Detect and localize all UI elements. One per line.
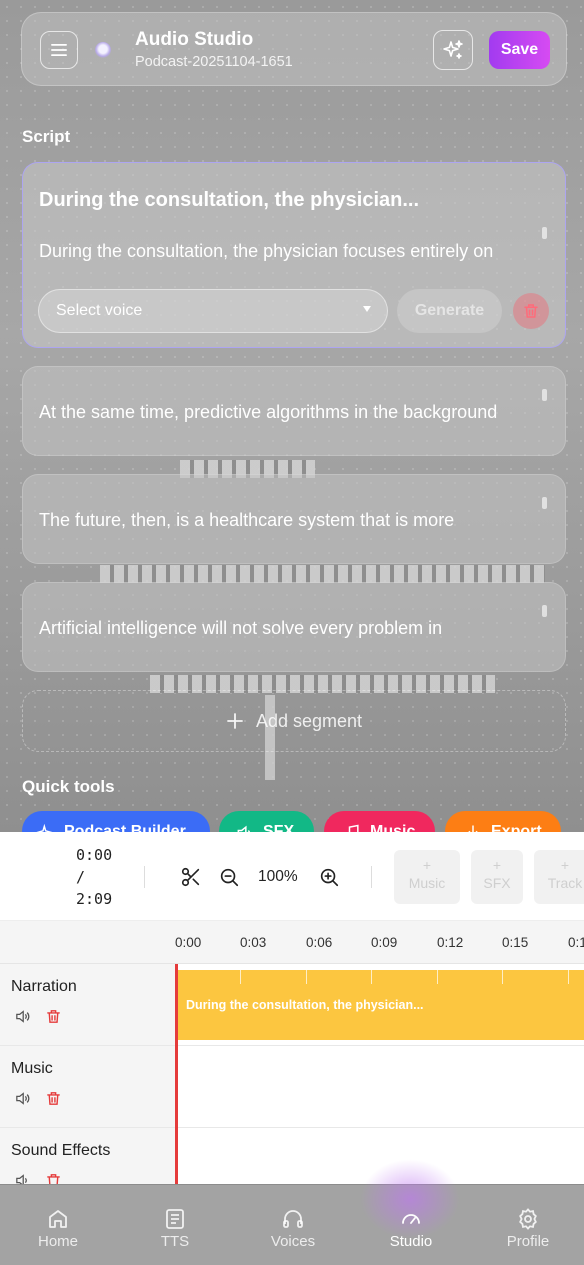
app-title: Audio Studio (135, 29, 254, 50)
segment-scrollbar[interactable] (542, 389, 547, 401)
generate-button[interactable]: Generate (397, 289, 502, 333)
plus-icon: + (422, 857, 432, 873)
segment-text[interactable]: The future, then, is a healthcare system… (39, 510, 454, 531)
add-track-button[interactable]: + Track (534, 850, 584, 904)
script-section-label: Script (22, 127, 71, 146)
segment-scrollbar[interactable] (542, 497, 547, 509)
script-segment-1[interactable]: During the consultation, the physician..… (22, 162, 566, 348)
timeline-ruler[interactable]: 0:00 0:03 0:06 0:09 0:12 0:15 0:18 (0, 920, 584, 964)
playback-time: 0:00 / 2:09 (76, 844, 112, 910)
nav-label: Home (37, 1233, 78, 1250)
ruler-tick: 0:15 (502, 935, 529, 950)
toolbar-divider (144, 866, 145, 888)
hamburger-icon (51, 44, 67, 56)
plus-icon: + (492, 857, 502, 873)
track-name: Narration (11, 978, 77, 995)
volume-icon[interactable] (14, 1172, 31, 1184)
clip-label: During the consultation, the physician..… (186, 998, 424, 1012)
gear-icon (519, 1208, 537, 1230)
zoom-out-button[interactable] (218, 866, 240, 888)
voice-select-value: Select voice (56, 302, 143, 319)
toolbar-divider (371, 866, 372, 888)
segment-title: During the consultation, the physician..… (39, 189, 420, 211)
nav-item-profile[interactable]: Profile (488, 1207, 568, 1250)
track-sound-effects: Sound Effects (0, 1128, 584, 1184)
playhead[interactable] (175, 964, 178, 1184)
trash-icon (524, 304, 538, 318)
ruler-tick: 0:18 (568, 935, 584, 950)
time-current: 0:00 (76, 846, 113, 864)
segment-scrollbar[interactable] (542, 605, 547, 617)
nav-label: TTS (160, 1233, 190, 1250)
add-segment-button[interactable]: Add segment (22, 690, 566, 752)
script-segment-3[interactable]: The future, then, is a healthcare system… (22, 474, 566, 564)
script-segment-2[interactable]: At the same time, predictive algorithms … (22, 366, 566, 456)
nav-label: Profile (506, 1233, 550, 1250)
nav-label: Voices (270, 1233, 316, 1250)
nav-item-tts[interactable]: TTS (135, 1207, 215, 1250)
narration-clip[interactable]: During the consultation, the physician..… (178, 970, 584, 1040)
trash-icon[interactable] (45, 1090, 62, 1107)
plus-icon: + (560, 857, 570, 873)
trash-icon[interactable] (45, 1172, 62, 1184)
ruler-tick: 0:00 (175, 935, 202, 950)
home-icon (49, 1210, 67, 1228)
app-header: Audio Studio Podcast-20251104-1651 Save (21, 12, 567, 86)
time-separator: / (76, 868, 86, 886)
track-name: Music (11, 1060, 53, 1077)
track-name: Sound Effects (11, 1142, 111, 1159)
zoom-in-button[interactable] (318, 866, 340, 888)
document-icon (166, 1209, 184, 1229)
add-music-track-button[interactable]: + Music (394, 850, 460, 904)
zoom-level: 100% (258, 868, 298, 885)
app-logo-icon (95, 42, 111, 58)
timeline-editor: 0:00 / 2:09 100% + Music + SFX + Track 0… (0, 832, 584, 1184)
nav-label: Studio (389, 1233, 433, 1250)
add-segment-label: Add segment (255, 710, 363, 731)
segment-text[interactable]: During the consultation, the physician f… (39, 241, 493, 262)
nav-item-home[interactable]: Home (18, 1207, 98, 1250)
save-button[interactable]: Save (489, 31, 550, 69)
zoom-out-icon (220, 868, 239, 887)
gauge-icon (402, 1214, 420, 1224)
segment-text[interactable]: Artificial intelligence will not solve e… (39, 618, 442, 639)
quick-tools-label: Quick tools (22, 777, 115, 796)
volume-icon[interactable] (14, 1008, 31, 1025)
volume-icon[interactable] (14, 1090, 31, 1107)
ai-assist-button[interactable] (433, 30, 473, 70)
script-segment-4[interactable]: Artificial intelligence will not solve e… (22, 582, 566, 672)
project-name: Podcast-20251104-1651 (135, 54, 293, 70)
add-sfx-track-button[interactable]: + SFX (471, 850, 523, 904)
time-total: 2:09 (76, 890, 113, 908)
menu-button[interactable] (40, 31, 78, 69)
segment-text[interactable]: At the same time, predictive algorithms … (39, 402, 497, 423)
segment-scrollbar[interactable] (542, 227, 547, 239)
ruler-tick: 0:09 (371, 935, 398, 950)
zoom-in-icon (320, 868, 339, 887)
split-button[interactable] (180, 866, 202, 888)
add-button-label: SFX (483, 875, 511, 891)
ruler-tick: 0:12 (437, 935, 464, 950)
track-music: Music (0, 1046, 584, 1128)
ruler-tick: 0:03 (240, 935, 267, 950)
nav-item-voices[interactable]: Voices (253, 1207, 333, 1250)
nav-item-studio[interactable]: Studio (371, 1207, 451, 1250)
sparkle-icon (443, 40, 463, 59)
voice-select[interactable]: Select voice (38, 289, 388, 333)
ruler-tick: 0:06 (306, 935, 333, 950)
bottom-navigation: Home TTS Voices Studio Profile (0, 1159, 584, 1265)
add-button-label: Track (547, 875, 583, 891)
add-button-label: Music (408, 875, 446, 891)
scissors-icon (181, 867, 200, 887)
plus-icon (227, 713, 243, 729)
caret-down-icon (363, 306, 371, 312)
headphones-icon (283, 1210, 303, 1228)
trash-icon[interactable] (45, 1008, 62, 1025)
delete-segment-button[interactable] (513, 293, 549, 329)
